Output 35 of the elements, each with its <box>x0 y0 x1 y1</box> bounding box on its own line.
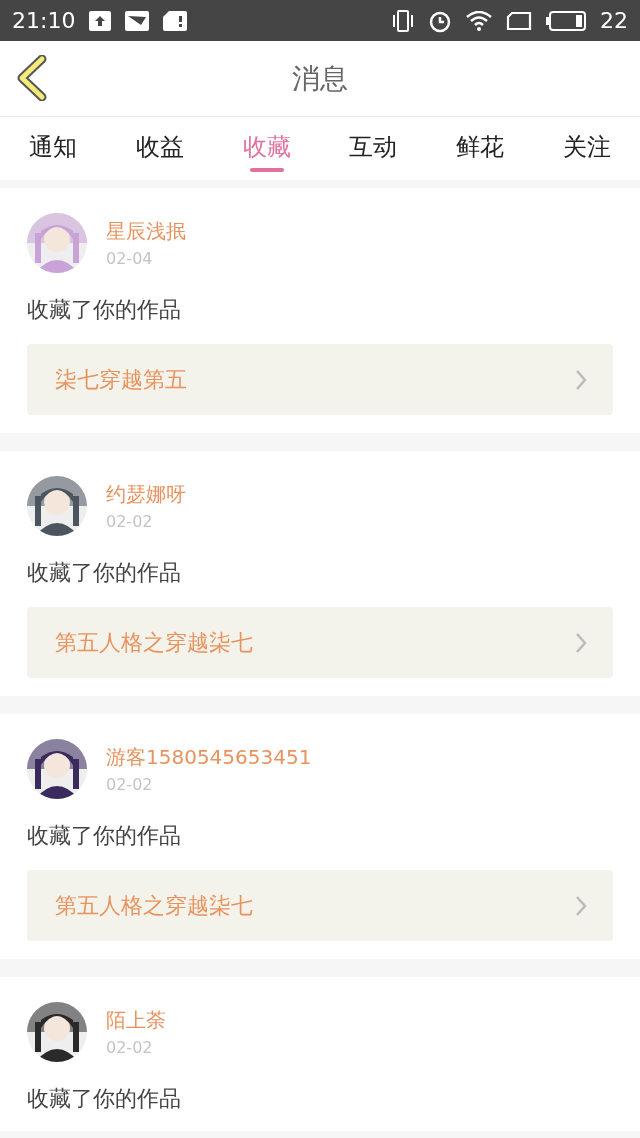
chevron-icon <box>575 894 587 917</box>
user-name[interactable]: 约瑟娜呀 <box>106 481 186 508</box>
signal-icon <box>506 10 532 31</box>
tab[interactable]: 通知 <box>0 117 107 180</box>
message-text: 收藏了你的作品 <box>27 1085 182 1113</box>
chevron-icon <box>575 368 587 391</box>
message-date: 02-02 <box>106 1038 154 1057</box>
work-link[interactable]: 第五人格之穿越柒七 <box>27 607 613 678</box>
chevron-icon <box>575 631 587 654</box>
message-date: 02-02 <box>106 512 154 531</box>
battery-level: 22 <box>600 8 628 33</box>
tab[interactable]: 关注 <box>533 117 640 180</box>
work-link[interactable]: 第五人格之穿越柒七 <box>27 870 613 941</box>
battery-icon <box>546 10 586 31</box>
user-name[interactable]: 游客1580545653451 <box>106 744 312 771</box>
message-text: 收藏了你的作品 <box>27 559 182 587</box>
message-text: 收藏了你的作品 <box>27 296 182 324</box>
page-title: 消息 <box>292 60 348 97</box>
sim-card-icon <box>163 10 188 31</box>
upload-icon <box>89 10 112 31</box>
vibrate-icon <box>392 9 414 32</box>
message-text: 收藏了你的作品 <box>27 822 182 850</box>
message-date: 02-04 <box>106 249 154 268</box>
work-link[interactable]: 柒七穿越第五 <box>27 344 613 415</box>
tab[interactable]: 收藏 <box>213 117 320 180</box>
tab[interactable]: 互动 <box>320 117 427 180</box>
message-date: 02-02 <box>106 775 154 794</box>
tab-indicator <box>249 168 284 172</box>
user-name[interactable]: 陌上荼 <box>106 1007 166 1034</box>
image-icon <box>125 10 150 31</box>
tab[interactable]: 鲜花 <box>426 117 534 180</box>
user-name[interactable]: 星辰浅抿 <box>106 218 186 245</box>
status-time: 21:10 <box>12 8 76 33</box>
wifi-icon <box>466 10 492 31</box>
tab[interactable]: 收益 <box>106 117 214 180</box>
